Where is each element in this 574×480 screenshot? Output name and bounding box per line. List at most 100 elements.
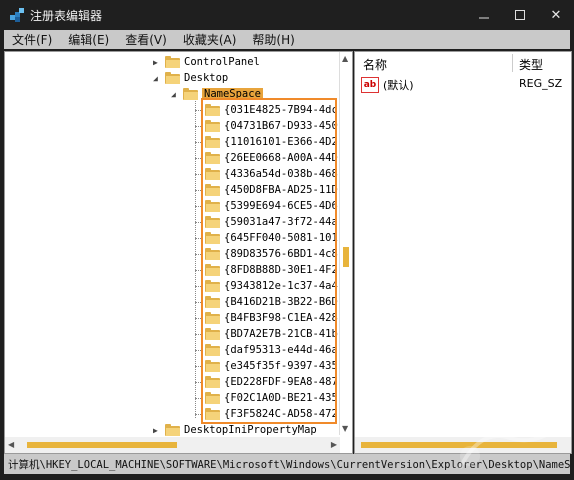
tree-item-label: ControlPanel [184,56,260,68]
tree-item-label: {B416D21B-3B22-B6D [224,296,338,308]
close-button[interactable]: ✕ [538,0,574,30]
tree-item-subkey[interactable]: {9343812e-1c37-4a4 [205,278,338,294]
tree-item-desktop[interactable]: ◢ Desktop [153,70,228,86]
value-row[interactable]: ab (默认) [361,77,414,93]
folder-icon [205,408,220,420]
scroll-right-icon[interactable]: ▶ [331,440,337,449]
tree-guide-line [195,398,203,399]
tree-guide-line [195,222,203,223]
folder-icon [205,232,220,244]
tree-item-label: {26EE0668-A00A-44D [224,152,338,164]
tree-item-subkey[interactable]: {B416D21B-3B22-B6D [205,294,338,310]
tree-item-controlpanel[interactable]: ▶ ControlPanel [153,54,260,70]
tree-guide-line [195,142,203,143]
tree-vertical-scrollbar[interactable]: ▲ ▼ [339,52,352,435]
value-type: REG_SZ [519,77,563,90]
scroll-thumb[interactable] [27,442,177,448]
folder-icon [205,280,220,292]
folder-icon [205,120,220,132]
tree-item-label: {59031a47-3f72-44a [224,216,338,228]
tree-guide-line [195,270,203,271]
folder-open-icon [165,72,180,84]
menu-file[interactable]: 文件(F) [4,31,60,48]
menu-help[interactable]: 帮助(H) [244,31,302,48]
tree-item-label: DesktopIniPropertyMap [184,424,317,436]
tree-item-subkey[interactable]: {ED228FDF-9EA8-487 [205,374,338,390]
tree-guide-line [195,158,203,159]
tree-guide-line [195,254,203,255]
folder-icon [205,264,220,276]
tree-guide-line [195,414,203,415]
column-header-name[interactable]: 名称 [363,56,387,73]
tree-item-label: {4336a54d-038b-468 [224,168,338,180]
tree-item-subkey[interactable]: {daf95313-e44d-46a [205,342,338,358]
tree-item-subkey[interactable]: {04731B67-D933-450 [205,118,338,134]
status-bar: 计算机\HKEY_LOCAL_MACHINE\SOFTWARE\Microsof… [4,454,570,474]
tree-item-label: {daf95313-e44d-46a [224,344,338,356]
tree-item-subkey[interactable]: {645FF040-5081-101 [205,230,338,246]
folder-icon [165,424,180,436]
tree-item-label: {11016101-E366-4D2 [224,136,338,148]
tree-item-namespace[interactable]: ◢ NameSpace [171,86,263,102]
tree-item-subkey[interactable]: {B4FB3F98-C1EA-428 [205,310,338,326]
values-list[interactable]: 名称 类型 ab (默认) REG_SZ [354,51,572,454]
folder-icon [205,248,220,260]
minimize-icon [479,17,489,19]
tree-item-subkey[interactable]: {59031a47-3f72-44a [205,214,338,230]
registry-tree[interactable]: ▶ ControlPanel ◢ Desktop ◢ NameSpace {03… [4,51,353,454]
tree-horizontal-scrollbar[interactable]: ◀ ▶ [5,437,340,453]
tree-item-label-selected: NameSpace [202,88,263,100]
tree-item-subkey[interactable]: {F3F5824C-AD58-472 [205,406,338,422]
tree-guide-line [195,174,203,175]
menu-bar: 文件(F) 编辑(E) 查看(V) 收藏夹(A) 帮助(H) [4,30,570,49]
scroll-down-icon[interactable]: ▼ [342,424,348,433]
collapse-icon[interactable]: ◢ [153,74,161,83]
tree-item-label: {031E4825-7B94-4dc [224,104,338,116]
tree-item-label: {9343812e-1c37-4a4 [224,280,338,292]
scroll-up-icon[interactable]: ▲ [342,54,348,63]
tree-item-subkey[interactable]: {26EE0668-A00A-44D [205,150,338,166]
scroll-left-icon[interactable]: ◀ [8,440,14,449]
registry-path: 计算机\HKEY_LOCAL_MACHINE\SOFTWARE\Microsof… [8,458,570,471]
folder-icon [205,152,220,164]
tree-item-subkey[interactable]: {5399E694-6CE5-4D6 [205,198,338,214]
column-separator[interactable] [512,54,513,72]
collapse-icon[interactable]: ◢ [171,90,179,99]
tree-item-subkey[interactable]: {BD7A2E7B-21CB-41b [205,326,338,342]
tree-item-desktopinipropertymap[interactable]: ▶ DesktopIniPropertyMap [153,422,317,438]
menu-view[interactable]: 查看(V) [117,31,175,48]
maximize-button[interactable] [502,0,538,30]
folder-icon [205,104,220,116]
tree-item-subkey[interactable]: {450D8FBA-AD25-11D [205,182,338,198]
expand-icon[interactable]: ▶ [153,426,161,435]
tree-item-label: {BD7A2E7B-21CB-41b [224,328,338,340]
folder-icon [205,376,220,388]
tree-guide-line [195,110,203,111]
menu-edit[interactable]: 编辑(E) [60,31,117,48]
tree-item-label: {ED228FDF-9EA8-487 [224,376,338,388]
tree-item-subkey[interactable]: {4336a54d-038b-468 [205,166,338,182]
tree-item-subkey[interactable]: {8FD8B88D-30E1-4F2 [205,262,338,278]
tree-guide-line [195,206,203,207]
tree-item-label: {B4FB3F98-C1EA-428 [224,312,338,324]
regedit-icon [10,8,24,22]
expand-icon[interactable]: ▶ [153,58,161,67]
tree-item-subkey[interactable]: {F02C1A0D-BE21-435 [205,390,338,406]
column-header-type[interactable]: 类型 [519,56,543,73]
tree-item-subkey[interactable]: {031E4825-7B94-4dc [205,102,338,118]
tree-item-subkey[interactable]: {89D83576-6BD1-4c8 [205,246,338,262]
tree-item-label: {89D83576-6BD1-4c8 [224,248,338,260]
scroll-thumb[interactable] [361,442,557,448]
folder-icon [205,328,220,340]
maximize-icon [515,10,525,20]
scroll-thumb[interactable] [343,247,349,267]
tree-item-subkey[interactable]: {e345f35f-9397-435 [205,358,338,374]
menu-favorites[interactable]: 收藏夹(A) [175,31,245,48]
folder-icon [205,296,220,308]
list-horizontal-scrollbar[interactable] [355,437,571,453]
tree-item-label: {04731B67-D933-450 [224,120,338,132]
tree-item-subkey[interactable]: {11016101-E366-4D2 [205,134,338,150]
minimize-button[interactable] [466,0,502,30]
tree-item-label: {8FD8B88D-30E1-4F2 [224,264,338,276]
tree-guide-line [195,318,203,319]
